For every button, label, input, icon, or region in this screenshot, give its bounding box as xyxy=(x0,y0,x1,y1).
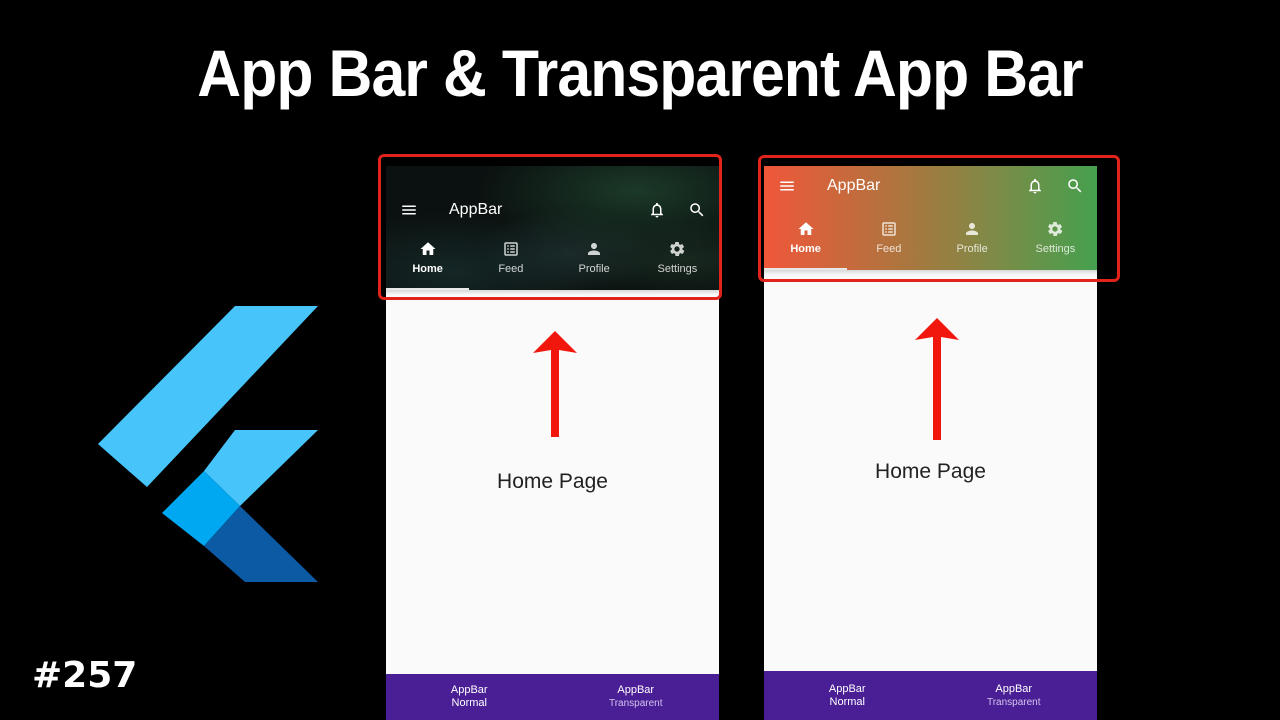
nav-appbar-normal[interactable]: AppBar Normal xyxy=(386,674,553,720)
nav-label-line1: AppBar xyxy=(828,682,866,695)
bottom-navigation: AppBar Normal AppBar Transparent xyxy=(764,671,1097,720)
home-page-text: Home Page xyxy=(497,470,608,493)
nav-appbar-transparent[interactable]: AppBar Transparent xyxy=(931,671,1098,720)
nav-label-line1: AppBar xyxy=(995,682,1033,695)
bottom-navigation: AppBar Normal AppBar Transparent xyxy=(386,674,719,720)
up-arrow-annotation-icon xyxy=(915,318,959,440)
video-title: App Bar & Transparent App Bar xyxy=(197,36,1083,110)
nav-label-line2: Normal xyxy=(451,697,487,709)
nav-label-line2: Transparent xyxy=(986,696,1041,708)
highlight-box-transparent-appbar xyxy=(758,155,1120,282)
nav-appbar-normal[interactable]: AppBar Normal xyxy=(764,671,931,720)
highlight-box-normal-appbar xyxy=(378,154,722,300)
nav-label-line1: AppBar xyxy=(450,684,488,696)
nav-label-line1: AppBar xyxy=(617,684,655,696)
nav-label-line2: Normal xyxy=(829,695,865,708)
nav-appbar-transparent[interactable]: AppBar Transparent xyxy=(553,674,720,720)
flutter-logo-icon xyxy=(98,306,318,582)
up-arrow-annotation-icon xyxy=(533,331,577,437)
nav-label-line2: Transparent xyxy=(608,698,663,709)
home-page-text: Home Page xyxy=(875,460,986,483)
episode-number: #257 xyxy=(32,655,138,696)
